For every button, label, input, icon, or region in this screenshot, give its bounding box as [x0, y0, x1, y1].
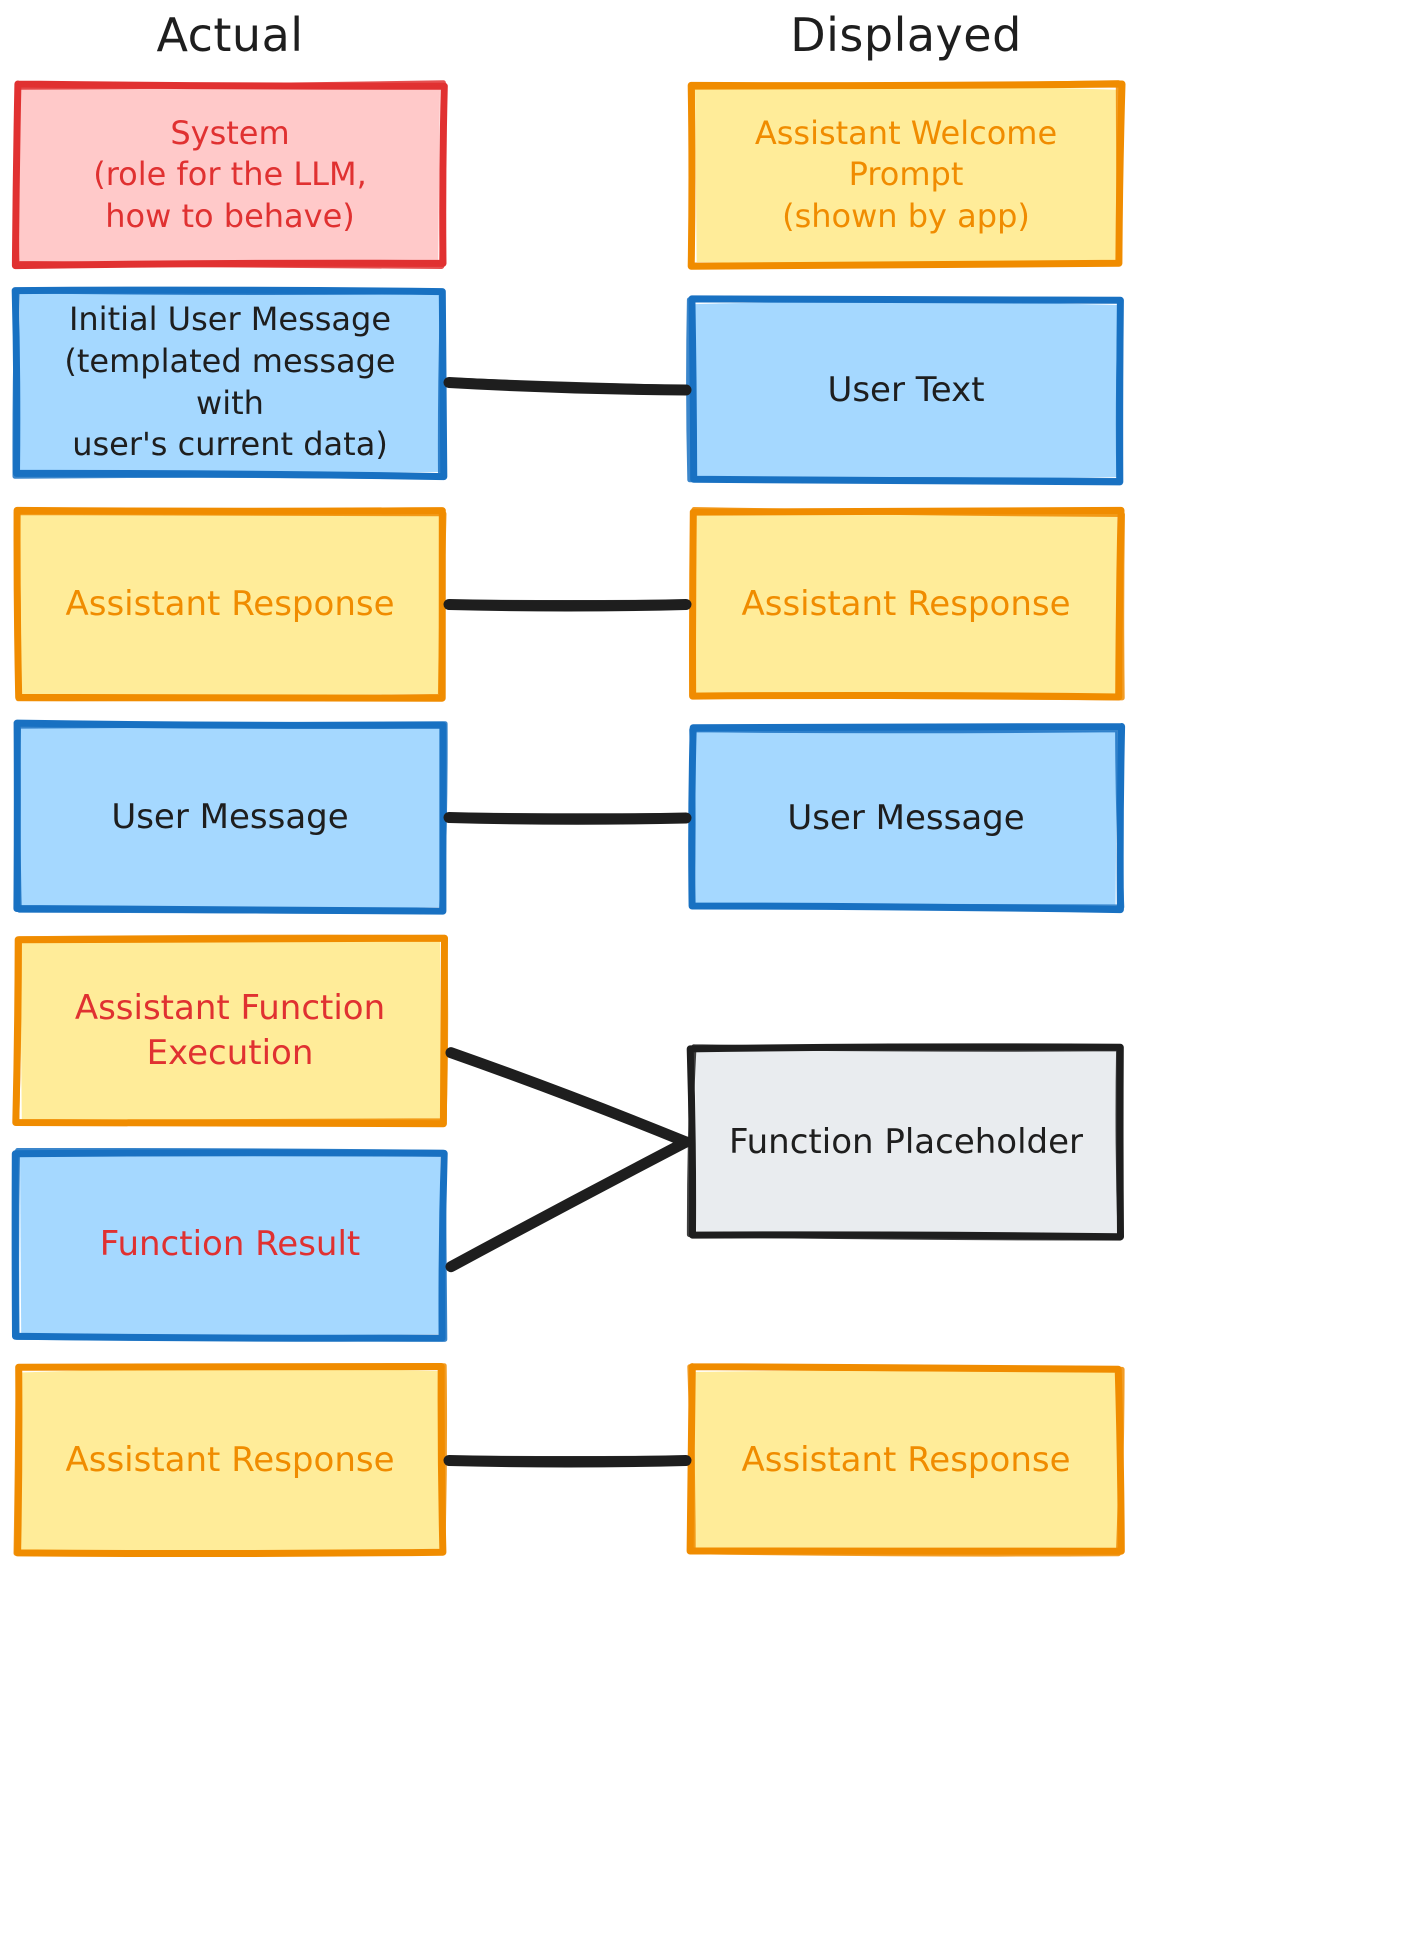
node-assistant-response-2[interactable]: Assistant Response — [17, 1368, 443, 1553]
node-label-assistant-response-right-1: Assistant Response — [741, 584, 1071, 625]
node-user-text[interactable]: User Text — [692, 300, 1120, 480]
node-label-user-text: User Text — [827, 369, 985, 410]
node-label-assistant-function-execution: Assistant Function Execution — [74, 988, 386, 1073]
diagram-canvas: Actual Displayed System (role for the LL… — [0, 0, 1403, 1948]
node-assistant-welcome-prompt[interactable]: Assistant Welcome Prompt (shown by app) — [692, 85, 1120, 265]
node-label-function-placeholder: Function Placeholder — [728, 1121, 1084, 1162]
connector-conn-user-message — [443, 812, 692, 825]
node-label-assistant-response-right-2: Assistant Response — [741, 1440, 1071, 1481]
node-system[interactable]: System (role for the LLM, how to behave) — [17, 85, 443, 265]
node-assistant-response-right-1[interactable]: Assistant Response — [692, 512, 1120, 697]
node-assistant-response-right-2[interactable]: Assistant Response — [692, 1368, 1120, 1553]
column-header-actual: Actual — [156, 8, 304, 62]
node-initial-user-message[interactable]: Initial User Message (templated message … — [17, 290, 443, 475]
node-function-result[interactable]: Function Result — [17, 1152, 443, 1337]
node-user-message[interactable]: User Message — [17, 725, 443, 910]
connector-conn-assistant-2 — [443, 1455, 692, 1468]
connector-conn-function-exec-to-placeholder — [445, 1047, 692, 1148]
node-label-assistant-response-1: Assistant Response — [65, 584, 395, 625]
connector-conn-assistant-1 — [443, 599, 692, 612]
node-label-initial-user-message: Initial User Message (templated message … — [64, 300, 396, 464]
node-assistant-function-execution[interactable]: Assistant Function Execution — [17, 938, 443, 1123]
connector-conn-function-result-to-placeholder — [445, 1136, 692, 1273]
node-function-placeholder[interactable]: Function Placeholder — [692, 1047, 1120, 1237]
node-user-message-right[interactable]: User Message — [692, 728, 1120, 908]
node-label-function-result: Function Result — [99, 1224, 361, 1265]
column-header-displayed: Displayed — [790, 8, 1022, 62]
node-assistant-response-1[interactable]: Assistant Response — [17, 512, 443, 697]
node-label-user-message: User Message — [111, 797, 349, 838]
node-label-assistant-welcome-prompt: Assistant Welcome Prompt (shown by app) — [754, 113, 1058, 235]
node-label-user-message-right: User Message — [787, 797, 1025, 838]
connector-conn-initial-user-to-user-text — [443, 377, 692, 396]
node-label-system: System (role for the LLM, how to behave) — [93, 113, 367, 235]
node-label-assistant-response-2: Assistant Response — [65, 1440, 395, 1481]
